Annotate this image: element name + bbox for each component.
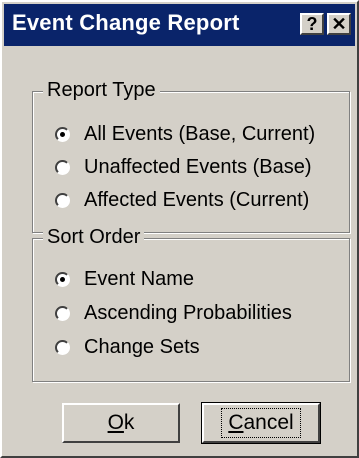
- radio-ascending-probabilities[interactable]: Ascending Probabilities: [55, 301, 292, 325]
- radio-change-sets-label[interactable]: Change Sets: [84, 336, 200, 359]
- radio-button[interactable]: [55, 339, 70, 355]
- ok-mnemonic: O: [107, 411, 124, 434]
- ok-label-rest: k: [123, 411, 135, 434]
- window-title: Event Change Report: [12, 10, 240, 35]
- radio-all-events[interactable]: All Events (Base, Current): [55, 122, 315, 146]
- radio-event-name[interactable]: Event Name: [55, 267, 194, 291]
- report-type-group: Report Type All Events (Base, Current) U…: [32, 79, 350, 233]
- help-button[interactable]: ?: [300, 13, 324, 35]
- ok-button[interactable]: Ok: [62, 403, 180, 443]
- radio-event-name-label[interactable]: Event Name: [84, 268, 194, 291]
- cancel-focus-rect: Cancel: [221, 408, 301, 438]
- radio-button-checked[interactable]: [55, 126, 70, 142]
- radio-button-checked[interactable]: [55, 271, 70, 287]
- radio-button[interactable]: [55, 159, 70, 175]
- cancel-mnemonic: C: [228, 411, 244, 434]
- title-bar[interactable]: Event Change Report ? ✕: [4, 4, 355, 46]
- radio-ascending-probabilities-label[interactable]: Ascending Probabilities: [84, 302, 292, 325]
- radio-unaffected-events[interactable]: Unaffected Events (Base): [55, 155, 312, 179]
- radio-button[interactable]: [55, 192, 70, 208]
- radio-affected-events[interactable]: Affected Events (Current): [55, 188, 309, 212]
- radio-unaffected-events-label[interactable]: Unaffected Events (Base): [84, 156, 312, 179]
- sort-order-label: Sort Order: [43, 226, 145, 249]
- radio-button[interactable]: [55, 305, 70, 321]
- radio-affected-events-label[interactable]: Affected Events (Current): [84, 189, 309, 212]
- radio-all-events-label[interactable]: All Events (Base, Current): [84, 123, 315, 146]
- report-type-label: Report Type: [43, 79, 160, 102]
- radio-change-sets[interactable]: Change Sets: [55, 335, 200, 359]
- dialog-window: Event Change Report ? ✕ Report Type All …: [0, 0, 359, 458]
- close-button[interactable]: ✕: [327, 13, 351, 35]
- cancel-label-rest: ancel: [243, 411, 294, 434]
- cancel-button[interactable]: Cancel: [201, 402, 321, 444]
- sort-order-group: Sort Order Event Name Ascending Probabil…: [32, 226, 350, 382]
